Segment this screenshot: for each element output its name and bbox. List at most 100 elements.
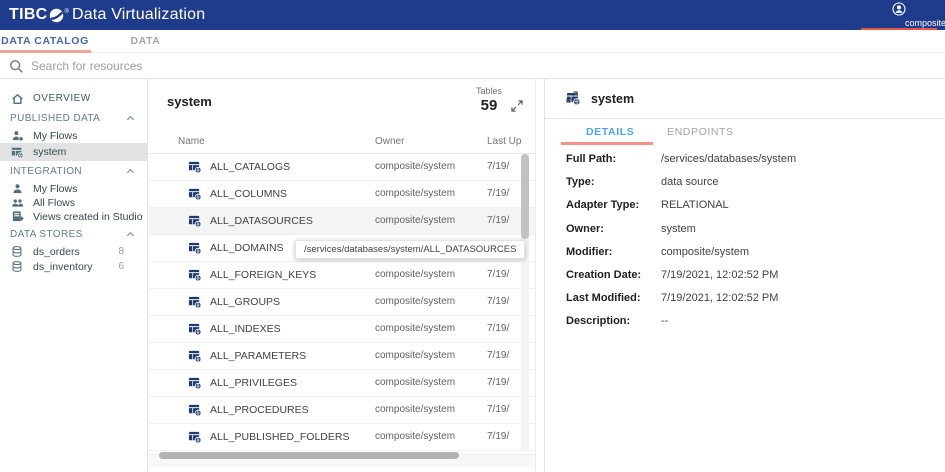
sidebar-item-label: ds_inventory xyxy=(33,261,93,273)
sidebar-item-ds-inventory[interactable]: ds_inventory 6 xyxy=(0,258,148,275)
table-column-headers: Name Owner Last Up xyxy=(149,132,535,154)
field-value: 7/19/2021, 12:02:52 PM xyxy=(661,264,778,287)
database-icon xyxy=(10,245,24,258)
field-label: Creation Date: xyxy=(566,264,641,287)
tibco-brand: TIBC ® Data Virtualization xyxy=(9,0,205,30)
field-label: Modifier: xyxy=(566,241,612,264)
detail-field-type: Type: data source xyxy=(545,171,945,194)
table-row[interactable]: ALL_FOREIGN_KEYS composite/system 7/19/ xyxy=(149,262,535,289)
row-last-updated: 7/19/ xyxy=(487,289,509,315)
table-row[interactable]: ALL_GROUPS composite/system 7/19/ xyxy=(149,289,535,316)
sidebar-item-label: My Flows xyxy=(33,130,77,142)
sidebar-item-system[interactable]: system xyxy=(0,143,148,161)
row-name: ALL_PRIVILEGES xyxy=(210,370,297,396)
search-input[interactable] xyxy=(31,55,531,77)
sidebar-item-views-created-in-studio[interactable]: Views created in Studio xyxy=(0,208,148,225)
details-active-tab-underline xyxy=(561,142,653,145)
field-label: Last Modified: xyxy=(566,287,641,310)
table-icon xyxy=(188,430,202,444)
tables-count-value: 59 xyxy=(476,97,502,114)
user-flows-icon xyxy=(10,129,24,142)
row-owner: composite/system xyxy=(375,397,455,423)
table-row[interactable]: ALL_PARAMETERS composite/system 7/19/ xyxy=(149,343,535,370)
sidebar-item-label: Views created in Studio xyxy=(33,211,143,223)
sidebar-nav: OVERVIEW PUBLISHED DATA My Flows system … xyxy=(0,79,148,472)
row-owner: composite/system xyxy=(375,424,455,450)
details-fields: Full Path: /services/databases/system Ty… xyxy=(545,148,945,334)
row-owner: composite/system xyxy=(375,289,455,315)
details-panel: system DETAILS ENDPOINTS Full Path: /ser… xyxy=(544,79,945,472)
section-title: PUBLISHED DATA xyxy=(10,113,125,124)
horizontal-scrollbar-track[interactable] xyxy=(149,454,535,467)
field-value: composite/system xyxy=(661,241,749,264)
row-last-updated: 7/19/ xyxy=(487,208,509,234)
table-row[interactable]: ALL_CATALOGS composite/system 7/19/ xyxy=(149,154,535,181)
chevron-up-icon[interactable] xyxy=(125,166,136,177)
sidebar-section-data-stores[interactable]: DATA STORES xyxy=(0,226,148,242)
sidebar-section-published-data[interactable]: PUBLISHED DATA xyxy=(0,110,148,126)
detail-field-last-modified: Last Modified: 7/19/2021, 12:02:52 PM xyxy=(545,287,945,310)
table-icon xyxy=(188,187,202,201)
row-last-updated: 7/19/ xyxy=(487,370,509,396)
detail-field-adapter-type: Adapter Type: RELATIONAL xyxy=(545,194,945,217)
chevron-up-icon[interactable] xyxy=(125,113,136,124)
sidebar-item-my-flows-published[interactable]: My Flows xyxy=(0,127,148,144)
row-name: ALL_COLUMNS xyxy=(210,181,287,207)
search-bar xyxy=(0,53,945,79)
expand-details-icon[interactable] xyxy=(566,91,926,103)
tab-endpoints[interactable]: ENDPOINTS xyxy=(667,119,734,145)
sidebar-item-label: All Flows xyxy=(33,197,75,209)
table-icon xyxy=(188,403,202,417)
table-icon xyxy=(188,268,202,282)
home-icon xyxy=(10,92,24,105)
row-last-updated: 7/19/ xyxy=(487,316,509,342)
table-icon xyxy=(188,295,202,309)
sidebar-section-integration[interactable]: INTEGRATION xyxy=(0,163,148,179)
field-label: Description: xyxy=(566,310,630,333)
sidebar-item-overview[interactable]: OVERVIEW xyxy=(0,90,148,107)
tables-count-label: Tables xyxy=(476,86,502,96)
field-label: Adapter Type: xyxy=(566,194,639,217)
table-row[interactable]: ALL_PROCEDURES composite/system 7/19/ xyxy=(149,397,535,424)
table-row[interactable]: ALL_PUBLISHED_FOLDERS composite/system 7… xyxy=(149,424,535,451)
column-header-name[interactable]: Name xyxy=(178,136,205,147)
chevron-up-icon[interactable] xyxy=(125,229,136,240)
expand-panel-icon[interactable] xyxy=(511,100,523,112)
row-name: ALL_PROCEDURES xyxy=(210,397,309,423)
row-last-updated: 7/19/ xyxy=(487,397,509,423)
section-title: INTEGRATION xyxy=(10,166,125,177)
detail-field-description: Description: -- xyxy=(545,310,945,333)
studio-views-icon xyxy=(10,210,24,223)
section-title: DATA STORES xyxy=(10,229,125,240)
table-row[interactable]: ALL_PRIVILEGES composite/system 7/19/ xyxy=(149,370,535,397)
row-name: ALL_PUBLISHED_FOLDERS xyxy=(210,424,349,450)
row-last-updated: 7/19/ xyxy=(487,181,509,207)
database-table-icon xyxy=(10,146,24,159)
column-header-owner[interactable]: Owner xyxy=(375,136,404,147)
field-label: Owner: xyxy=(566,218,604,241)
column-header-last-updated[interactable]: Last Up xyxy=(487,136,521,147)
detail-field-full-path: Full Path: /services/databases/system xyxy=(545,148,945,171)
panel-title: system xyxy=(167,94,212,109)
user-menu[interactable]: composite/admin xyxy=(859,0,939,30)
row-owner: composite/system xyxy=(375,208,455,234)
table-icon xyxy=(188,349,202,363)
row-last-updated: 7/19/ xyxy=(487,424,509,450)
table-row[interactable]: ALL_INDEXES composite/system 7/19/ xyxy=(149,316,535,343)
table-icon xyxy=(188,214,202,228)
row-name: ALL_FOREIGN_KEYS xyxy=(210,262,316,288)
row-last-updated: 7/19/ xyxy=(487,154,509,180)
brand-product-text: Data Virtualization xyxy=(72,6,205,24)
field-value: data source xyxy=(661,171,718,194)
sidebar-item-label: OVERVIEW xyxy=(33,93,91,104)
item-count-badge: 8 xyxy=(118,246,124,257)
table-icon xyxy=(188,376,202,390)
tab-data-workbench[interactable]: DATA WORKBENCH xyxy=(93,30,198,53)
details-tabbar: DETAILS ENDPOINTS xyxy=(545,119,945,145)
field-value: RELATIONAL xyxy=(661,194,729,217)
table-row[interactable]: ALL_COLUMNS composite/system 7/19/ xyxy=(149,181,535,208)
row-name: ALL_DOMAINS xyxy=(210,235,284,261)
table-row-hovered[interactable]: ALL_DATASOURCES composite/system 7/19/ xyxy=(149,208,535,235)
vertical-scrollbar-thumb[interactable] xyxy=(521,154,529,239)
horizontal-scrollbar-thumb[interactable] xyxy=(159,452,459,459)
